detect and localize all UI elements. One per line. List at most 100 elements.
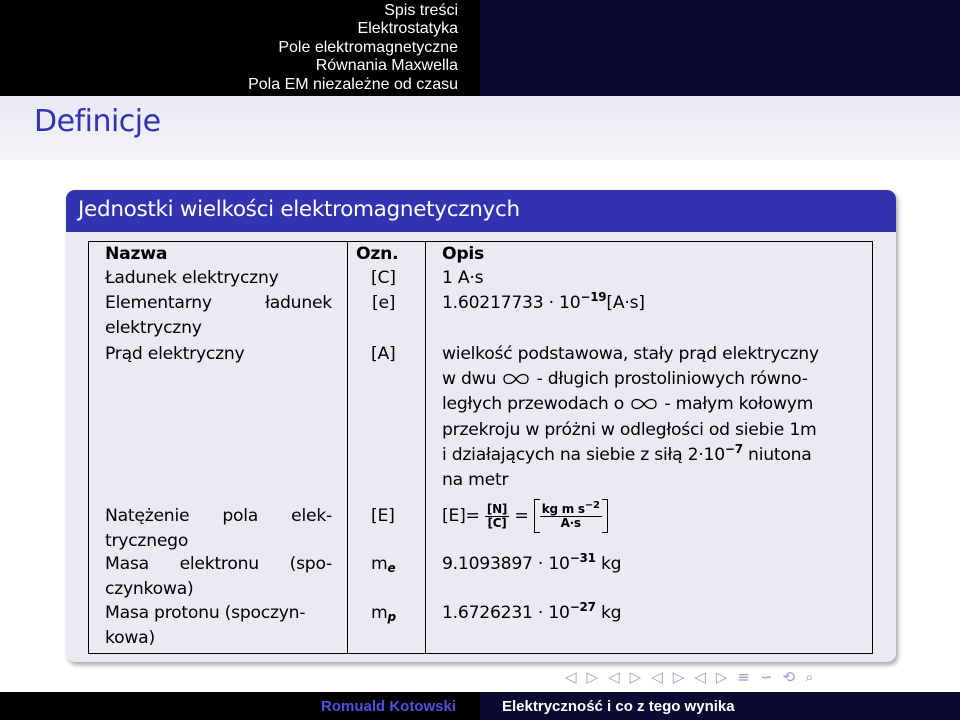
description-line: i działających na siebie z siłą 2·10−7 n… (442, 443, 812, 468)
nav-section-spis-tresci[interactable]: Spis treści (384, 2, 458, 21)
prev-subsection-icon[interactable]: ◁ (651, 668, 663, 686)
fraction-si-units: kg m s−2 A·s (539, 499, 602, 530)
table-cell-description: 1 A·s (442, 268, 484, 288)
text-fragment: ległych przewodach o (442, 394, 625, 414)
value-exponent: −19 (580, 290, 607, 304)
table-cell-name: Prąd elektryczny (105, 344, 245, 364)
name-word: Natężenie (105, 506, 190, 526)
value-mantissa: 1.60217733 · 10 (442, 293, 581, 313)
footer-author-area: Romuald Kotowski (0, 692, 480, 720)
table-header-nazwa: Nazwa (105, 244, 168, 264)
equals-sign: = (514, 506, 529, 526)
footer-author: Romuald Kotowski (320, 697, 456, 715)
name-word: ładunek (265, 293, 332, 313)
next-subsection-icon[interactable]: ▷ (673, 668, 685, 686)
table-cell-name: Masa protonu (spoczyn- (105, 603, 306, 623)
numerator-text: kg m s (541, 501, 585, 516)
value-mantissa: 9.1093897 · 10 (442, 554, 570, 574)
subsection-area (480, 0, 960, 96)
table-cell-symbol: [E] (371, 506, 395, 526)
infinity-icon (631, 398, 657, 410)
table-cell-symbol: [A] (371, 344, 396, 364)
description-line: na metr (442, 470, 509, 490)
next-frame-icon[interactable]: ▷ (630, 668, 642, 686)
table-column-divider-1 (347, 241, 349, 654)
symbol-subscript: p (387, 610, 397, 624)
table-bottom-border (88, 653, 873, 655)
table-cell-description: 1.6726231 · 10−27 kg (442, 600, 622, 626)
table-cell-symbol: mp (371, 601, 396, 626)
fraction-numerator: [N] (484, 501, 510, 517)
footer-title: Elektryczność i co z tego wynika (502, 697, 735, 715)
table-left-border (88, 241, 90, 654)
back-icon[interactable]: ⟲ (783, 668, 796, 686)
infinity-icon (503, 373, 530, 385)
next-section-icon[interactable]: ▷ (716, 668, 728, 686)
fraction-numerator: kg m s−2 (539, 499, 602, 517)
fraction-newton-coulomb: [N] [C] (484, 501, 510, 530)
symbol-base: m (371, 554, 388, 574)
table-cell-description: 1.60217733 · 10−19[A·s] (442, 291, 645, 316)
table-header-ozn: Ozn. (356, 244, 399, 264)
nav-section-pola-em[interactable]: Pola EM niezależne od czasu (248, 76, 458, 95)
table-cell-name: Ładunek elektryczny (105, 268, 279, 288)
text-fragment: niutona (748, 445, 812, 465)
section-list: Spis treści Elektrostatyka Pole elektrom… (0, 0, 480, 96)
appendix-icon[interactable]: ∽ (760, 668, 773, 686)
fraction-denominator: [C] (487, 515, 507, 530)
value-exponent: −7 (724, 442, 743, 456)
formula-lhs: [E]= (442, 506, 480, 526)
name-word: (spo- (289, 554, 333, 574)
table-cell-name-continued: kowa) (105, 628, 155, 648)
table-right-border (872, 241, 874, 654)
description-line: przekroju w próżni w odległości od siebi… (442, 420, 817, 440)
value-unit: [A·s] (606, 293, 645, 313)
table-cell-description: 9.1093897 · 10−31 kg (442, 551, 622, 577)
table-cell-name-continued: czynkowa) (105, 579, 194, 599)
description-line: wielkość podstawowa, stały prąd elektryc… (442, 344, 819, 364)
text-fragment: i działających na siebie z siłą 2·10 (442, 445, 725, 465)
table-header-opis: Opis (442, 244, 485, 264)
outline-icon[interactable]: ≡ (737, 668, 750, 686)
table-cell-name: Natężenie pola elek- (105, 504, 332, 529)
nav-section-elektrostatyka[interactable]: Elektrostatyka (358, 20, 458, 39)
symbol-base: m (371, 603, 388, 623)
block-title: Jednostki wielkości elektromagnetycznych (78, 197, 520, 222)
nav-section-pole-elektromagnetyczne[interactable]: Pole elektromagnetyczne (278, 39, 458, 58)
text-fragment: - małym kołowym (664, 394, 814, 414)
value-exponent: −27 (569, 600, 596, 614)
footer-title-area: Elektryczność i co z tego wynika (480, 692, 960, 720)
value-unit: kg (600, 554, 622, 574)
name-word: elektronu (179, 554, 260, 574)
table-cell-name: Elementarny ładunek (105, 291, 332, 316)
table-cell-description: [E]= [N] [C] = kg m s−2 A·s (442, 497, 608, 535)
prev-slide-icon[interactable]: ◁ (565, 668, 577, 686)
table-cell-symbol: [e] (372, 293, 396, 313)
table-cell-symbol: me (371, 552, 396, 577)
prev-frame-icon[interactable]: ◁ (608, 668, 620, 686)
name-word: Masa (105, 554, 149, 574)
value-mantissa: 1.6726231 · 10 (442, 603, 570, 623)
symbol-subscript: e (387, 561, 396, 575)
next-slide-icon[interactable]: ▷ (587, 668, 599, 686)
value-exponent: −31 (569, 551, 596, 565)
prev-section-icon[interactable]: ◁ (694, 668, 706, 686)
table-cell-name-continued: trycznego (105, 531, 189, 551)
table-column-divider-2 (425, 241, 427, 654)
name-word: elek- (291, 506, 332, 526)
beamer-navigation-symbols: ◁ ▷ ◁ ▷ ◁ ▷ ◁ ▷ ≡ ∽ ⟲ ⌕ (565, 664, 945, 690)
table-cell-symbol: [C] (371, 268, 396, 288)
nav-section-rownania-maxwella[interactable]: Równania Maxwella (316, 57, 458, 76)
fraction-denominator: A·s (560, 515, 581, 530)
description-line: w dwu - długich prostoliniowych równo- (442, 367, 808, 392)
table-cell-name: Masa elektronu (spo- (105, 552, 332, 577)
description-line: ległych przewodach o - małym kołowym (442, 392, 813, 417)
footer-bar: Romuald Kotowski Elektryczność i co z te… (0, 692, 960, 720)
text-fragment: - długich prostoliniowych równo- (536, 369, 808, 389)
search-icon[interactable]: ⌕ (805, 668, 813, 686)
table-cell-name-continued: elektryczny (105, 318, 202, 338)
block-title-bar: Jednostki wielkości elektromagnetycznych (66, 190, 896, 232)
name-word: pola (222, 506, 259, 526)
name-word: Elementarny (105, 293, 212, 313)
numerator-exponent: −2 (584, 499, 600, 511)
